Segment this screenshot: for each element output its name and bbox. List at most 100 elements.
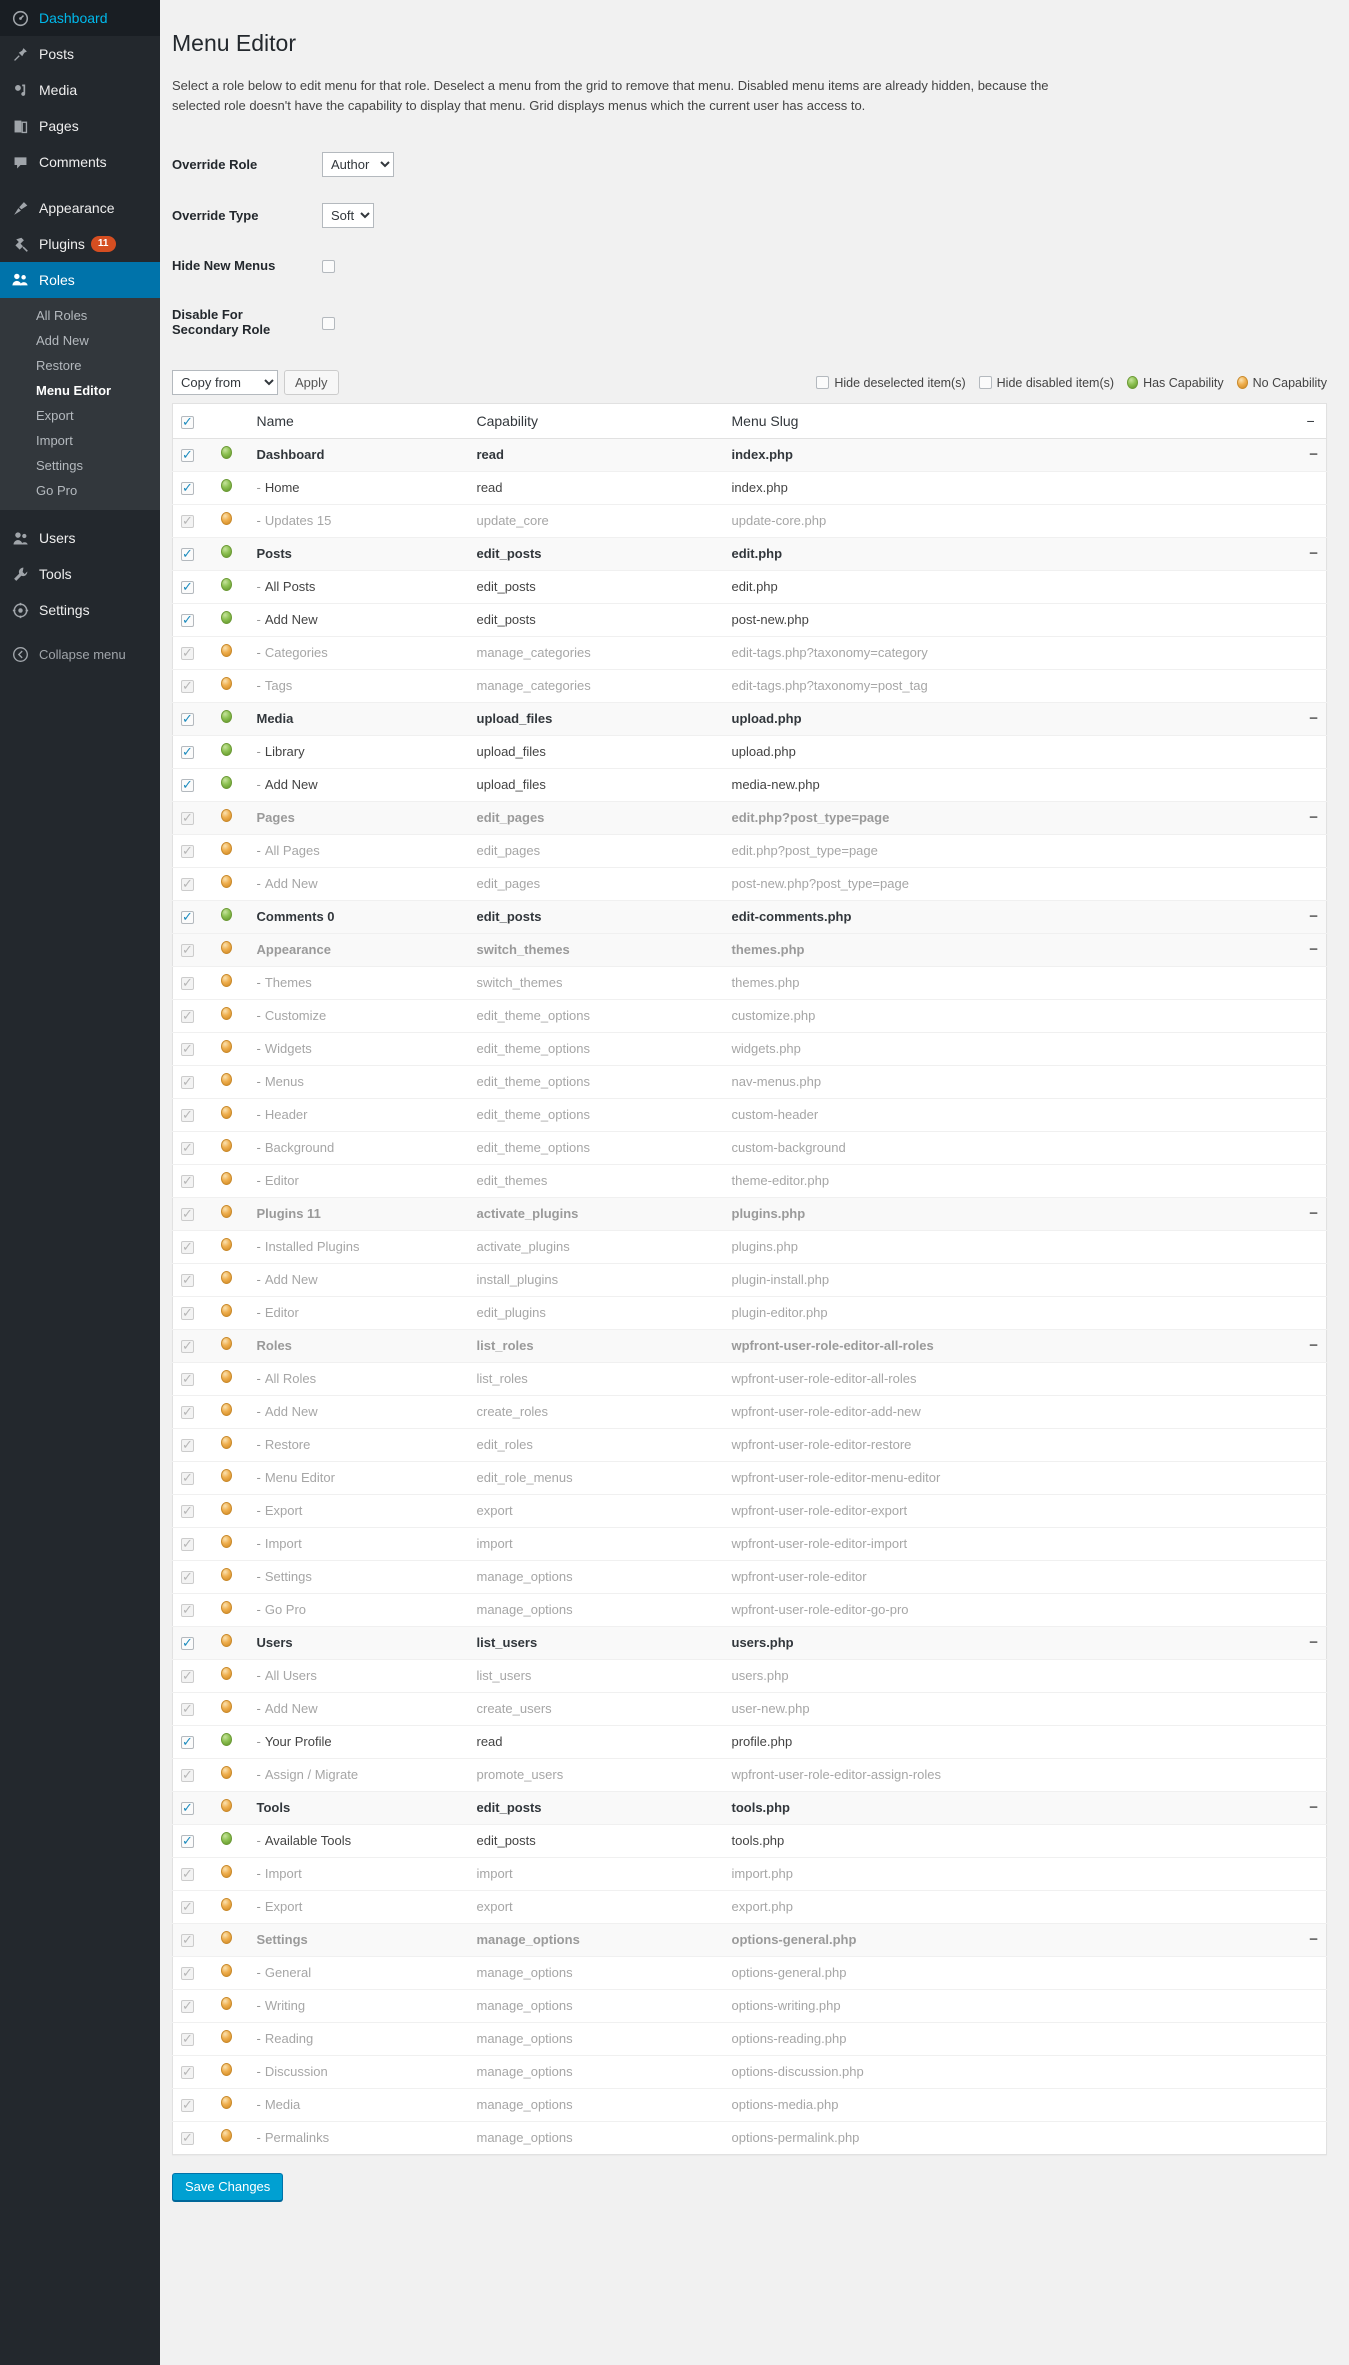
row-select-checkbox[interactable] <box>181 1634 194 1652</box>
submenu-item-all-roles[interactable]: All Roles <box>0 303 160 328</box>
sidebar-separator-2 <box>0 510 160 520</box>
row-collapse-toggle[interactable]: − <box>1298 1197 1327 1231</box>
menu-item-name: Home <box>264 480 300 495</box>
orange-dot-icon <box>220 875 232 888</box>
sidebar-item-label: Users <box>39 530 76 546</box>
orange-dot-icon <box>220 1469 232 1482</box>
menu-item-name: General <box>264 1965 312 1980</box>
sub-item-dash: - <box>256 975 261 990</box>
hide-disabled-option[interactable]: Hide disabled item(s) <box>978 376 1114 390</box>
row-select-checkbox[interactable] <box>181 1832 194 1850</box>
green-dot-icon <box>220 743 232 756</box>
row-collapse-toggle[interactable]: − <box>1298 1626 1327 1660</box>
minus-icon[interactable]: − <box>1309 908 1318 925</box>
apply-button[interactable]: Apply <box>284 370 339 395</box>
sub-item-dash: - <box>256 1305 261 1320</box>
row-select-checkbox[interactable] <box>181 776 194 794</box>
sidebar-item-media[interactable]: Media <box>0 72 160 108</box>
cell-name: - All Posts <box>248 570 469 604</box>
row-select-checkbox <box>181 1502 194 1520</box>
orange-dot-icon <box>220 1964 232 1977</box>
sidebar-item-comments[interactable]: Comments <box>0 144 160 180</box>
disable-secondary-role-checkbox[interactable] <box>322 316 335 330</box>
cell-capability: manage_options <box>468 1989 724 2023</box>
row-select-checkbox[interactable] <box>181 908 194 926</box>
row-collapse-toggle[interactable]: − <box>1298 1923 1327 1957</box>
submenu-item-settings[interactable]: Settings <box>0 453 160 478</box>
minus-icon[interactable]: − <box>1309 545 1318 562</box>
cell-name: - Permalinks <box>248 2121 469 2155</box>
menu-item-name: Updates 15 <box>264 513 332 528</box>
cell-name: - All Pages <box>248 834 469 868</box>
minus-icon[interactable]: − <box>1309 710 1318 727</box>
override-role-select[interactable]: Author <box>322 152 394 177</box>
row-select-checkbox[interactable] <box>181 1733 194 1751</box>
row-collapse-toggle[interactable]: − <box>1298 801 1327 835</box>
capability-dot-header <box>212 403 249 439</box>
row-select-checkbox[interactable] <box>181 710 194 728</box>
hide-new-menus-row: Hide New Menus <box>172 241 1327 290</box>
table-row: - Add New edit_posts post-new.php <box>172 603 1327 637</box>
submenu-item-export[interactable]: Export <box>0 403 160 428</box>
minus-icon[interactable]: − <box>1309 809 1318 826</box>
row-collapse-toggle[interactable]: − <box>1298 933 1327 967</box>
minus-icon[interactable]: − <box>1309 1931 1318 1948</box>
row-collapse-toggle[interactable]: − <box>1298 1329 1327 1363</box>
sidebar-item-settings[interactable]: Settings <box>0 592 160 628</box>
minus-icon[interactable]: − <box>1309 1337 1318 1354</box>
hide-disabled-checkbox[interactable] <box>978 376 992 389</box>
row-collapse-toggle[interactable]: − <box>1298 702 1327 736</box>
sub-item-dash: - <box>256 777 261 792</box>
minus-icon[interactable]: − <box>1309 446 1318 463</box>
row-select-checkbox[interactable] <box>181 1799 194 1817</box>
cell-empty <box>1298 1131 1327 1165</box>
table-row: - All Posts edit_posts edit.php <box>172 570 1327 604</box>
row-collapse-toggle[interactable]: − <box>1298 1791 1327 1825</box>
cell-name: - Menu Editor <box>248 1461 469 1495</box>
table-row: - Permalinks manage_options options-permali… <box>172 2121 1327 2155</box>
hide-new-menus-checkbox[interactable] <box>322 260 335 274</box>
submenu-item-menu-editor[interactable]: Menu Editor <box>0 378 160 403</box>
submenu-item-go-pro[interactable]: Go Pro <box>0 478 160 503</box>
row-select-checkbox[interactable] <box>181 578 194 596</box>
override-type-row: Override Type Soft <box>172 190 1327 241</box>
minus-icon[interactable]: − <box>1309 1634 1318 1651</box>
sidebar-item-appearance[interactable]: Appearance <box>0 190 160 226</box>
collapse-all-toggle[interactable]: − <box>1298 403 1327 439</box>
submenu-item-import[interactable]: Import <box>0 428 160 453</box>
table-row: - Discussion manage_options options-discuss… <box>172 2055 1327 2089</box>
row-select-checkbox[interactable] <box>181 545 194 563</box>
row-select-checkbox <box>181 1271 194 1289</box>
cell-menu-slug: custom-header <box>723 1098 1299 1132</box>
row-select-checkbox[interactable] <box>181 479 194 497</box>
submenu-item-add-new[interactable]: Add New <box>0 328 160 353</box>
hide-deselected-checkbox[interactable] <box>816 376 830 389</box>
row-collapse-toggle[interactable]: − <box>1298 537 1327 571</box>
override-type-select[interactable]: Soft <box>322 203 374 228</box>
sidebar-item-tools[interactable]: Tools <box>0 556 160 592</box>
sidebar-item-posts[interactable]: Posts <box>0 36 160 72</box>
cell-menu-slug: edit-comments.php <box>723 900 1299 934</box>
row-select-checkbox[interactable] <box>181 611 194 629</box>
select-all-checkbox[interactable] <box>181 413 194 431</box>
row-select-checkbox <box>181 2063 194 2081</box>
minus-icon[interactable]: − <box>1309 1205 1318 1222</box>
sidebar-item-pages[interactable]: Pages <box>0 108 160 144</box>
row-collapse-toggle[interactable]: − <box>1298 438 1327 472</box>
hide-deselected-option[interactable]: Hide deselected item(s) <box>816 376 966 390</box>
minus-icon[interactable]: − <box>1309 941 1318 958</box>
row-select-checkbox[interactable] <box>181 446 194 464</box>
copy-from-select[interactable]: Copy from <box>172 370 278 395</box>
submenu-item-restore[interactable]: Restore <box>0 353 160 378</box>
row-select-checkbox[interactable] <box>181 743 194 761</box>
save-changes-button[interactable]: Save Changes <box>172 2173 284 2201</box>
row-collapse-toggle[interactable]: − <box>1298 900 1327 934</box>
collapse-menu-button[interactable]: Collapse menu <box>0 638 160 671</box>
sub-item-dash: - <box>256 1272 261 1287</box>
sidebar-item-plugins[interactable]: Plugins 11 <box>0 226 160 262</box>
sidebar-item-roles[interactable]: Roles <box>0 262 168 298</box>
sidebar-item-users[interactable]: Users <box>0 520 160 556</box>
sidebar-item-dashboard[interactable]: Dashboard <box>0 0 160 36</box>
menu-item-name: Customize <box>264 1008 327 1023</box>
minus-icon[interactable]: − <box>1309 1799 1318 1816</box>
